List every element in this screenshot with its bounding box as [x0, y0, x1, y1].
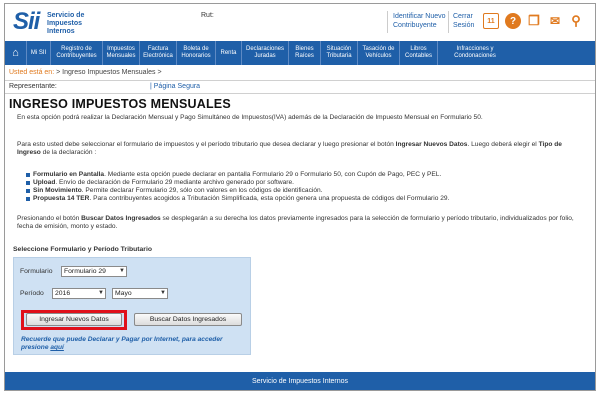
- representante-label: Representante:: [9, 83, 57, 90]
- nav-item-infracciones-condonaciones[interactable]: Infracciones y Condonaciones: [438, 41, 512, 65]
- aqui-link[interactable]: aquí: [50, 344, 64, 351]
- chevron-down-icon: ▼: [119, 268, 125, 274]
- search-paragraph: Presionando el botón Buscar Datos Ingres…: [17, 215, 574, 231]
- nav-item-impuestos-mensuales[interactable]: Impuestos Mensuales: [103, 41, 140, 65]
- nav-item-bienes-raices[interactable]: Bienes Raíces: [289, 41, 321, 65]
- identificar-contribuyente-link[interactable]: Identificar Nuevo Contribuyente: [393, 12, 446, 30]
- nav-item-registro-contribuyentes[interactable]: Registro de Contribuyentes: [51, 41, 103, 65]
- nav-item-mi-sii[interactable]: Mi SII: [27, 41, 51, 65]
- anio-select[interactable]: 2016 ▼: [52, 288, 106, 299]
- logo-text: Servicio de Impuestos Internos: [47, 12, 85, 35]
- chevron-down-icon: ▼: [160, 290, 166, 296]
- buscar-datos-ingresados-button[interactable]: Buscar Datos Ingresados: [134, 313, 242, 326]
- nav-item-renta[interactable]: Renta: [216, 41, 242, 65]
- mail-icon[interactable]: ✉: [547, 13, 563, 29]
- site-header: Sii Servicio de Impuestos Internos Rut: …: [5, 4, 595, 41]
- nav-item-factura-electronica[interactable]: Factura Electrónica: [140, 41, 177, 65]
- list-item: Upload. Envío de declaración de Formular…: [26, 179, 588, 187]
- divider: [5, 93, 595, 94]
- nav-item-boleta-honorarios[interactable]: Boleta de Honorarios: [177, 41, 216, 65]
- divider: [448, 11, 449, 33]
- search-icon[interactable]: ⚲: [568, 13, 584, 29]
- mes-select[interactable]: Mayo ▼: [112, 288, 168, 299]
- document-icon[interactable]: ❐: [526, 13, 542, 29]
- instructions-paragraph: Para esto usted debe seleccionar el form…: [17, 141, 562, 157]
- breadcrumb: Usted está en: > Ingreso Impuestos Mensu…: [9, 69, 162, 76]
- logo-mark: Sii: [13, 8, 40, 35]
- breadcrumb-link[interactable]: > Ingreso Impuestos Mensuales >: [56, 69, 161, 76]
- ingreso-types-list: Formulario en Pantalla. Mediante esta op…: [26, 171, 588, 203]
- periodo-label: Período: [20, 290, 44, 297]
- nav-item-tasacion-vehiculos[interactable]: Tasación de Vehículos: [358, 41, 400, 65]
- help-icon[interactable]: ?: [505, 13, 521, 29]
- pagina-segura-link[interactable]: | Página Segura: [150, 83, 200, 90]
- site-footer: Servicio de Impuestos Internos: [5, 372, 595, 390]
- formulario-label: Formulario: [20, 268, 53, 275]
- divider: [387, 11, 388, 33]
- calendar-icon[interactable]: 11: [483, 13, 499, 29]
- chevron-down-icon: ▼: [98, 290, 104, 296]
- list-item: Propuesta 14 TER. Para contribuyentes ac…: [26, 195, 588, 203]
- formulario-select[interactable]: Formulario 29 ▼: [61, 266, 127, 277]
- list-item: Sin Movimiento. Permite declarar Formula…: [26, 187, 588, 195]
- recuerde-note: Recuerde que puede Declarar y Pagar por …: [21, 336, 223, 351]
- sii-logo[interactable]: Sii Servicio de Impuestos Internos: [13, 8, 133, 38]
- cerrar-sesion-link[interactable]: Cerrar Sesión: [453, 12, 474, 30]
- divider: [5, 80, 595, 81]
- rut-label: Rut:: [201, 12, 214, 19]
- browser-frame: Sii Servicio de Impuestos Internos Rut: …: [4, 3, 596, 391]
- page-title: INGRESO IMPUESTOS MENSUALES: [9, 97, 231, 111]
- breadcrumb-label: Usted está en:: [9, 69, 55, 76]
- nav-item-declaraciones-juradas[interactable]: Declaraciones Juradas: [242, 41, 289, 65]
- list-item: Formulario en Pantalla. Mediante esta op…: [26, 171, 588, 179]
- nav-item-situacion-tributaria[interactable]: Situación Tributaria: [321, 41, 358, 65]
- main-nav: ⌂ Mi SII Registro de Contribuyentes Impu…: [5, 41, 595, 65]
- highlight-box: [21, 310, 127, 330]
- selection-panel: Formulario Formulario 29 ▼ Período 2016 ▼ …: [13, 257, 251, 355]
- nav-item-libros-contables[interactable]: Libros Contables: [400, 41, 438, 65]
- nav-home-icon[interactable]: ⌂: [5, 41, 27, 65]
- intro-paragraph: En esta opción podrá realizar la Declara…: [17, 114, 483, 121]
- form-section-title: Seleccione Formulario y Período Tributar…: [13, 246, 152, 253]
